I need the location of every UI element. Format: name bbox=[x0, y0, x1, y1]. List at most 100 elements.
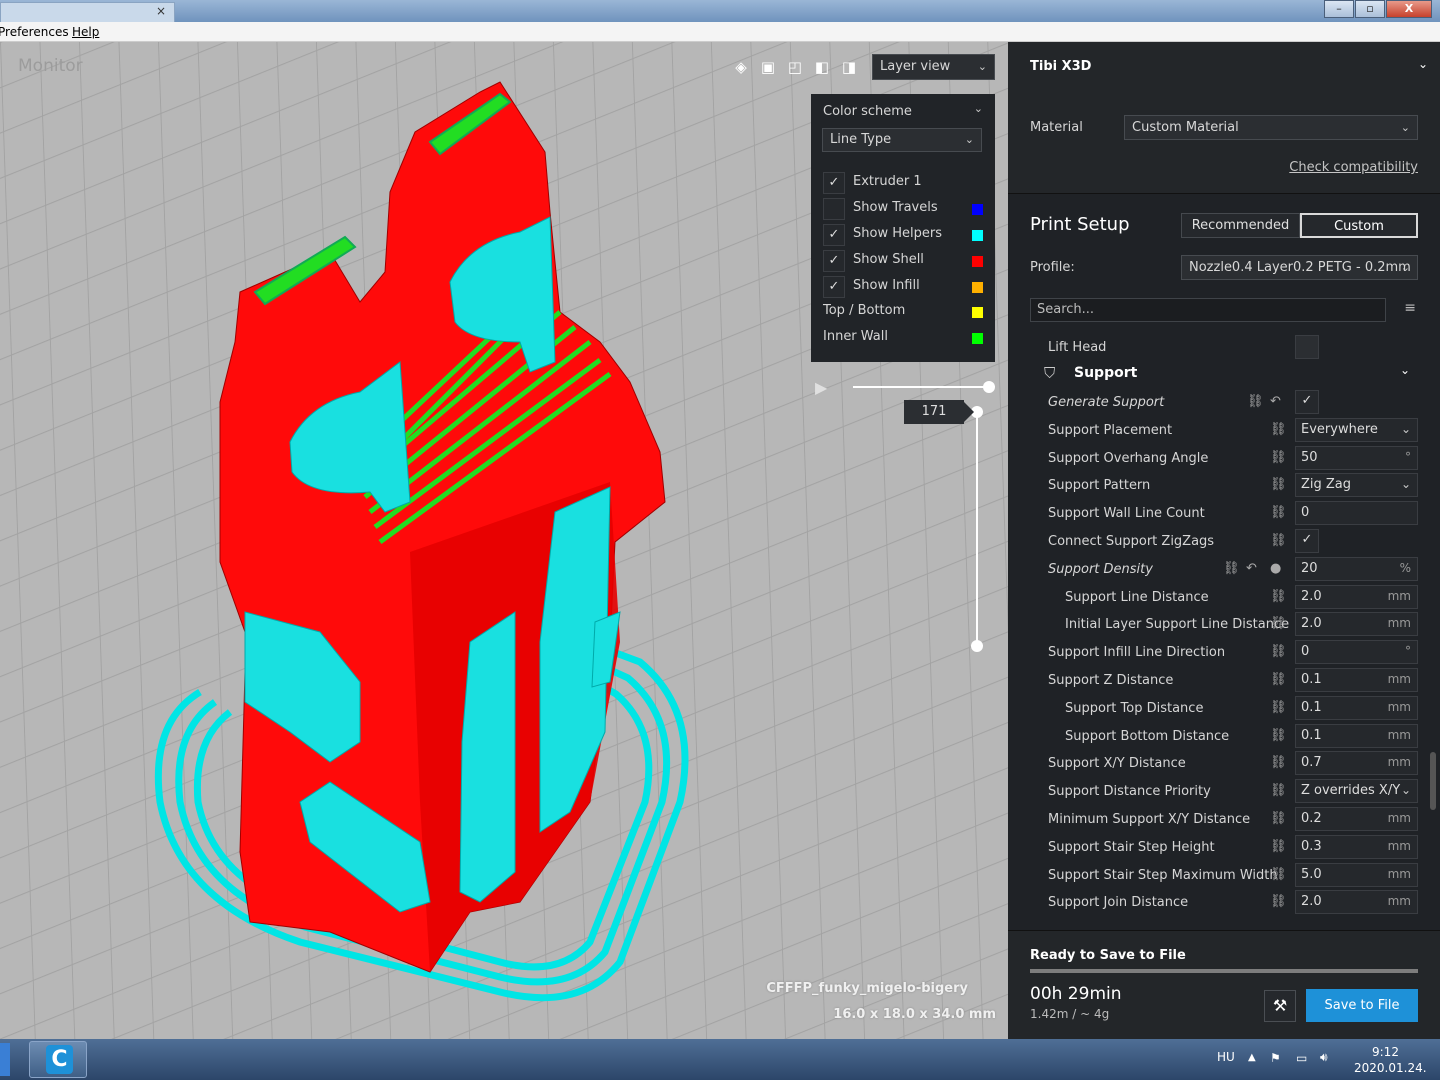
3d-view-icon[interactable]: ◈ bbox=[730, 56, 752, 78]
link-icon[interactable]: ⛓ bbox=[1270, 422, 1287, 437]
checkbox-infill[interactable]: ✓ bbox=[823, 276, 845, 298]
link-icon[interactable]: ⛓ bbox=[1270, 783, 1287, 798]
link-icon[interactable]: ⛓ bbox=[1270, 450, 1287, 465]
clock-time[interactable]: 9:12 bbox=[1372, 1045, 1399, 1059]
view-mode-dropdown[interactable]: Layer view ⌄ bbox=[872, 54, 995, 80]
setting-input[interactable]: 0 ° bbox=[1295, 640, 1418, 664]
support-section-header[interactable]: Support bbox=[1074, 365, 1137, 381]
checkbox-travels[interactable] bbox=[823, 198, 845, 220]
window-tab[interactable]: × bbox=[0, 2, 175, 22]
support-section-icon: ⛉ bbox=[1044, 364, 1056, 382]
setting-input[interactable]: 0.1 mm bbox=[1295, 724, 1418, 748]
chevron-down-icon[interactable]: ⌄ bbox=[1400, 363, 1410, 377]
layer-slider-bottom-handle[interactable] bbox=[971, 640, 983, 652]
reset-icon[interactable]: ↶ bbox=[1270, 394, 1281, 409]
reset-icon[interactable]: ↶ bbox=[1246, 561, 1257, 576]
link-icon[interactable]: ⛓ bbox=[1270, 505, 1287, 520]
menu-help[interactable]: Help bbox=[72, 25, 99, 39]
setting-checkbox[interactable]: ✓ bbox=[1295, 390, 1319, 414]
tab-close-icon[interactable]: × bbox=[156, 4, 166, 18]
current-layer-badge[interactable]: 171 bbox=[904, 400, 974, 424]
link-icon[interactable]: ⛓ bbox=[1270, 644, 1287, 659]
link-icon[interactable]: ⛓ bbox=[1223, 561, 1240, 576]
setting-input[interactable]: 2.0 mm bbox=[1295, 585, 1418, 609]
color-scheme-dropdown[interactable]: Line Type ⌄ bbox=[822, 128, 982, 152]
chevron-down-icon[interactable]: ⌄ bbox=[1418, 57, 1428, 71]
setting-checkbox[interactable]: ✓ bbox=[1295, 529, 1319, 553]
setting-input[interactable]: 2.0 mm bbox=[1295, 612, 1418, 636]
setting-input[interactable]: 5.0 mm bbox=[1295, 863, 1418, 887]
setting-dropdown[interactable]: Z overrides X/Y ⌄ bbox=[1295, 779, 1418, 803]
link-icon[interactable]: ⛓ bbox=[1270, 533, 1287, 548]
clock-date[interactable]: 2020.01.24. bbox=[1354, 1061, 1427, 1075]
left-view-icon[interactable]: ◧ bbox=[811, 56, 833, 78]
save-to-file-button[interactable]: Save to File bbox=[1306, 989, 1418, 1022]
link-icon[interactable]: ⛓ bbox=[1247, 394, 1264, 409]
link-icon[interactable]: ⛓ bbox=[1270, 616, 1287, 631]
tab-recommended[interactable]: Recommended bbox=[1181, 213, 1300, 238]
menu-icon[interactable]: ≡ bbox=[1404, 300, 1416, 316]
play-icon[interactable]: ▶ bbox=[815, 378, 827, 397]
link-icon[interactable]: ⛓ bbox=[1270, 839, 1287, 854]
language-indicator[interactable]: HU bbox=[1217, 1050, 1235, 1064]
minimize-button[interactable]: – bbox=[1324, 0, 1354, 18]
link-icon[interactable]: ⛓ bbox=[1270, 894, 1287, 909]
sidebar-scrollbar[interactable] bbox=[1430, 752, 1436, 810]
checkbox-helpers[interactable]: ✓ bbox=[823, 224, 845, 246]
chevron-down-icon[interactable]: ⌄ bbox=[974, 102, 983, 115]
start-button[interactable] bbox=[0, 1043, 10, 1076]
settings-search-input[interactable]: Search... bbox=[1030, 298, 1386, 322]
setting-input[interactable]: 0.7 mm bbox=[1295, 751, 1418, 775]
color-scheme-label[interactable]: Color scheme bbox=[823, 104, 912, 119]
layer-option-shell[interactable]: ✓ Show Shell bbox=[811, 248, 995, 272]
monitor-stage-label[interactable]: Monitor bbox=[18, 56, 83, 76]
top-view-icon[interactable]: ◰ bbox=[784, 56, 806, 78]
setting-input[interactable]: 2.0 mm bbox=[1295, 890, 1418, 914]
setting-input[interactable]: 0.3 mm bbox=[1295, 835, 1418, 859]
layer-slider[interactable] bbox=[976, 412, 978, 646]
setting-dropdown[interactable]: Zig Zag ⌄ bbox=[1295, 473, 1418, 497]
action-center-flag-icon[interactable]: ⚑ bbox=[1270, 1051, 1281, 1065]
setting-input[interactable]: 20% bbox=[1295, 557, 1418, 581]
material-dropdown[interactable]: Custom Material ⌄ bbox=[1124, 115, 1418, 140]
right-view-icon[interactable]: ◨ bbox=[838, 56, 860, 78]
link-icon[interactable]: ⛓ bbox=[1270, 477, 1287, 492]
link-icon[interactable]: ⛓ bbox=[1270, 700, 1287, 715]
layer-option-helpers[interactable]: ✓ Show Helpers bbox=[811, 222, 995, 246]
checkbox-extruder[interactable]: ✓ bbox=[823, 172, 845, 194]
tray-expand-icon[interactable]: ▲ bbox=[1248, 1052, 1256, 1063]
setting-input[interactable]: 50 ° bbox=[1295, 446, 1418, 470]
tab-custom[interactable]: Custom bbox=[1300, 213, 1418, 238]
lift-head-checkbox[interactable] bbox=[1295, 335, 1319, 359]
setting-input[interactable]: 0 bbox=[1295, 501, 1418, 525]
setting-dropdown[interactable]: Everywhere ⌄ bbox=[1295, 418, 1418, 442]
simulation-slider-handle[interactable] bbox=[983, 381, 995, 393]
menu-preferences[interactable]: Preferences bbox=[0, 25, 69, 39]
link-icon[interactable]: ⛓ bbox=[1270, 755, 1287, 770]
link-icon[interactable]: ⛓ bbox=[1270, 672, 1287, 687]
link-icon[interactable]: ⛓ bbox=[1270, 589, 1287, 604]
cura-taskbar-app[interactable]: C bbox=[29, 1041, 87, 1078]
front-view-icon[interactable]: ▣ bbox=[757, 56, 779, 78]
layer-option-travels[interactable]: Show Travels bbox=[811, 196, 995, 220]
layer-option-infill[interactable]: ✓ Show Infill bbox=[811, 274, 995, 298]
volume-icon[interactable]: 🔊︎ bbox=[1320, 1050, 1328, 1065]
link-icon[interactable]: ⛓ bbox=[1270, 811, 1287, 826]
maximize-button[interactable]: ▫ bbox=[1355, 0, 1385, 18]
simulation-slider[interactable] bbox=[853, 386, 989, 388]
checkbox-shell[interactable]: ✓ bbox=[823, 250, 845, 272]
setting-input[interactable]: 0.1 mm bbox=[1295, 696, 1418, 720]
layer-option-extruder[interactable]: ✓ Extruder 1 bbox=[811, 170, 995, 194]
network-icon[interactable]: ▭ bbox=[1296, 1051, 1307, 1065]
tools-icon[interactable]: ⚒ bbox=[1264, 990, 1296, 1022]
setting-input[interactable]: 0.1 mm bbox=[1295, 668, 1418, 692]
link-icon[interactable]: ⛓ bbox=[1270, 728, 1287, 743]
printer-name[interactable]: Tibi X3D bbox=[1030, 59, 1091, 74]
setting-input[interactable]: 0.2 mm bbox=[1295, 807, 1418, 831]
close-button[interactable]: X bbox=[1386, 0, 1432, 18]
check-compatibility-link[interactable]: Check compatibility bbox=[1289, 160, 1418, 175]
profile-dropdown[interactable]: Nozzle0.4 Layer0.2 PETG - 0.2mm ⌄ bbox=[1181, 255, 1418, 280]
function-icon[interactable]: ● bbox=[1270, 561, 1281, 576]
3d-viewport[interactable]: Monitor ◈ ▣ ◰ ◧ ◨ Layer view ⌄ Color sch… bbox=[0, 42, 1008, 1039]
link-icon[interactable]: ⛓ bbox=[1270, 867, 1287, 882]
